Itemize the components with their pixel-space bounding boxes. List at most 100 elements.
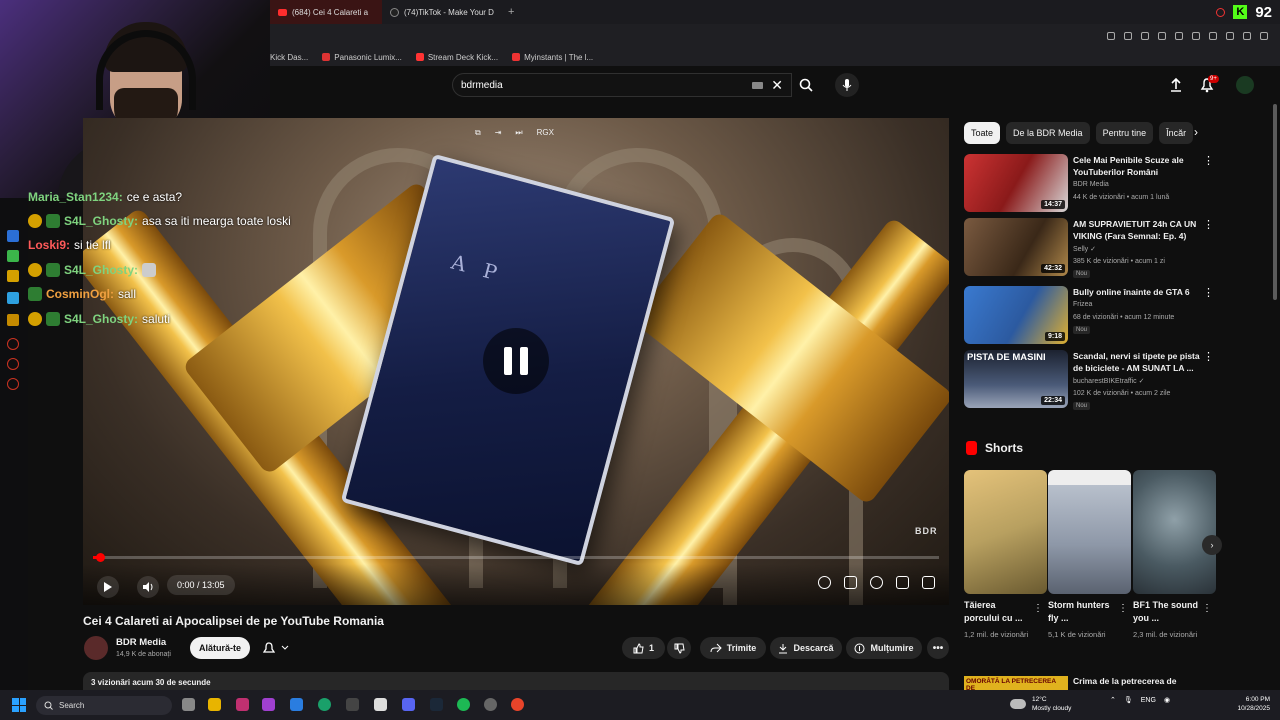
voice-search-button[interactable]	[835, 73, 859, 97]
menu-icon[interactable]	[1260, 32, 1268, 40]
chevron-right-icon[interactable]: ›	[1194, 125, 1198, 139]
screenshot-icon[interactable]	[1124, 32, 1132, 40]
upload-icon[interactable]	[1169, 77, 1183, 93]
short-thumbnail[interactable]	[964, 470, 1047, 594]
account-avatar[interactable]	[1236, 76, 1254, 94]
join-button[interactable]: Alătură-te	[190, 637, 250, 659]
app-icon[interactable]	[374, 698, 387, 711]
more-actions-button[interactable]: •••	[927, 637, 949, 659]
app-icon[interactable]	[262, 698, 275, 711]
bookmark-item[interactable]: Stream Deck Kick...	[415, 53, 498, 62]
brave-icon[interactable]	[511, 698, 524, 711]
like-button[interactable]: 1	[622, 637, 665, 659]
weather-widget[interactable]: 12°C Mostly cloudy	[1010, 695, 1071, 713]
video-thumbnail[interactable]: 9:18	[964, 286, 1068, 344]
short-title[interactable]: Storm hunters fly ...	[1048, 599, 1113, 625]
discord-icon[interactable]	[402, 698, 415, 711]
heart-icon[interactable]	[1175, 32, 1183, 40]
channel-avatar[interactable]	[84, 636, 108, 660]
new-tab-button[interactable]: +	[502, 6, 520, 18]
bookmark-item[interactable]: Panasonic Lumix...	[322, 53, 402, 62]
progress-scrubber[interactable]	[95, 553, 105, 562]
rgx-label[interactable]: RGX	[537, 128, 554, 138]
short-title[interactable]: BF1 The sound you ...	[1133, 599, 1198, 625]
progress-bar[interactable]	[93, 553, 939, 562]
more-options-icon[interactable]: ⋮	[1203, 350, 1214, 363]
download-icon[interactable]	[1226, 32, 1234, 40]
app-icon[interactable]	[236, 698, 249, 711]
chip-uploaded[interactable]: Încăr	[1159, 122, 1194, 144]
sidebar-icon[interactable]	[1243, 32, 1251, 40]
language-indicator[interactable]: ENG	[1141, 697, 1156, 704]
clear-search-icon[interactable]: ✕	[771, 77, 783, 94]
short-thumbnail[interactable]	[1048, 470, 1131, 594]
skip-icon[interactable]: ⏭	[515, 128, 522, 138]
video-thumbnail[interactable]: PISTA DE MASINI 22:34	[964, 350, 1068, 408]
taskbar-search[interactable]: Search	[36, 696, 172, 715]
video-thumbnail[interactable]: 42:32	[964, 218, 1068, 276]
download-button[interactable]: Descarcă	[770, 637, 842, 659]
more-options-icon[interactable]: ⋮	[1203, 154, 1214, 167]
more-options-icon[interactable]: ⋮	[1203, 286, 1214, 299]
obs-icon[interactable]	[484, 698, 497, 711]
microphone-icon[interactable]: 🎙	[1124, 696, 1133, 704]
tab-tiktok[interactable]: (74)TikTok - Make Your D	[382, 0, 502, 24]
app-icon[interactable]	[290, 698, 303, 711]
chip-from-channel[interactable]: De la BDR Media	[1006, 122, 1090, 144]
popout-icon[interactable]: ⧉	[475, 128, 481, 138]
tab-youtube[interactable]: (684) Cei 4 Calareti a	[270, 0, 382, 24]
volume-button[interactable]	[137, 576, 159, 598]
bookmark-item[interactable]: Myinstants | The l...	[512, 53, 593, 62]
clock[interactable]: 6:00 PM 10/28/2025	[1237, 695, 1270, 713]
app-icon[interactable]	[346, 698, 359, 711]
windows-start-icon[interactable]	[12, 698, 26, 712]
share-button[interactable]: Trimite	[700, 637, 766, 659]
share-icon[interactable]	[1209, 32, 1217, 40]
chip-all[interactable]: Toate	[964, 122, 1001, 144]
task-view-icon[interactable]	[182, 698, 195, 711]
steam-icon[interactable]	[430, 698, 443, 711]
subtitles-icon[interactable]	[844, 576, 857, 589]
recommended-video[interactable]: OMORÂTĂ LA PETRECEREA DE Crima de la pet…	[964, 676, 1216, 692]
video-title[interactable]: Crima de la petrecerea de	[1073, 676, 1176, 686]
video-thumbnail[interactable]: 14:37	[964, 154, 1068, 212]
more-options-icon[interactable]: ⋮	[1118, 603, 1128, 614]
chip-for-you[interactable]: Pentru tine	[1095, 122, 1154, 144]
page-scrollbar[interactable]	[1273, 104, 1277, 300]
thanks-button[interactable]: Mulțumire	[846, 637, 922, 659]
subscription-bell-button[interactable]	[256, 637, 296, 659]
search-input[interactable]	[461, 79, 753, 91]
more-options-icon[interactable]: ⋮	[1202, 603, 1212, 614]
play-icon[interactable]	[1158, 32, 1166, 40]
chevron-up-icon[interactable]: ⌃	[1110, 696, 1116, 704]
settings-icon[interactable]	[870, 576, 883, 589]
recommended-video[interactable]: 14:37 Cele Mai Penibile Scuze ale YouTub…	[964, 154, 1216, 214]
more-options-icon[interactable]: ⋮	[1033, 603, 1043, 614]
video-thumbnail[interactable]: OMORÂTĂ LA PETRECEREA DE	[964, 676, 1068, 692]
edge-icon[interactable]	[318, 698, 331, 711]
search-button[interactable]	[792, 73, 820, 97]
short-title[interactable]: Tăierea porcului cu ...	[964, 599, 1029, 625]
spotify-icon[interactable]	[457, 698, 470, 711]
extensions-icon[interactable]	[1192, 32, 1200, 40]
network-icon[interactable]: ◉	[1164, 696, 1170, 704]
pin-icon[interactable]	[1107, 32, 1115, 40]
fullscreen-icon[interactable]	[922, 576, 935, 589]
recommended-video[interactable]: 9:18 Bully online înainte de GTA 6 Frize…	[964, 286, 1216, 346]
description-box[interactable]: 3 vizionări acum 30 de secunde	[83, 672, 949, 692]
file-explorer-icon[interactable]	[208, 698, 221, 711]
more-options-icon[interactable]: ⋮	[1203, 218, 1214, 231]
channel-name[interactable]: BDR Media	[116, 637, 166, 648]
play-button[interactable]	[97, 576, 119, 598]
miniplayer-icon[interactable]: ⇥	[495, 128, 502, 138]
shield-icon[interactable]	[1141, 32, 1149, 40]
short-thumbnail[interactable]	[1133, 470, 1216, 594]
keyboard-icon[interactable]	[752, 81, 764, 89]
autoplay-icon[interactable]	[818, 576, 831, 589]
dislike-button[interactable]	[667, 637, 691, 659]
theater-mode-icon[interactable]	[896, 576, 909, 589]
recommended-video[interactable]: PISTA DE MASINI 22:34 Scandal, nervi si …	[964, 350, 1216, 410]
pause-overlay-button[interactable]	[483, 328, 549, 394]
shorts-next-button[interactable]: ›	[1202, 535, 1222, 555]
recommended-video[interactable]: 42:32 AM SUPRAVIETUIT 24h CA UN VIKING (…	[964, 218, 1216, 278]
